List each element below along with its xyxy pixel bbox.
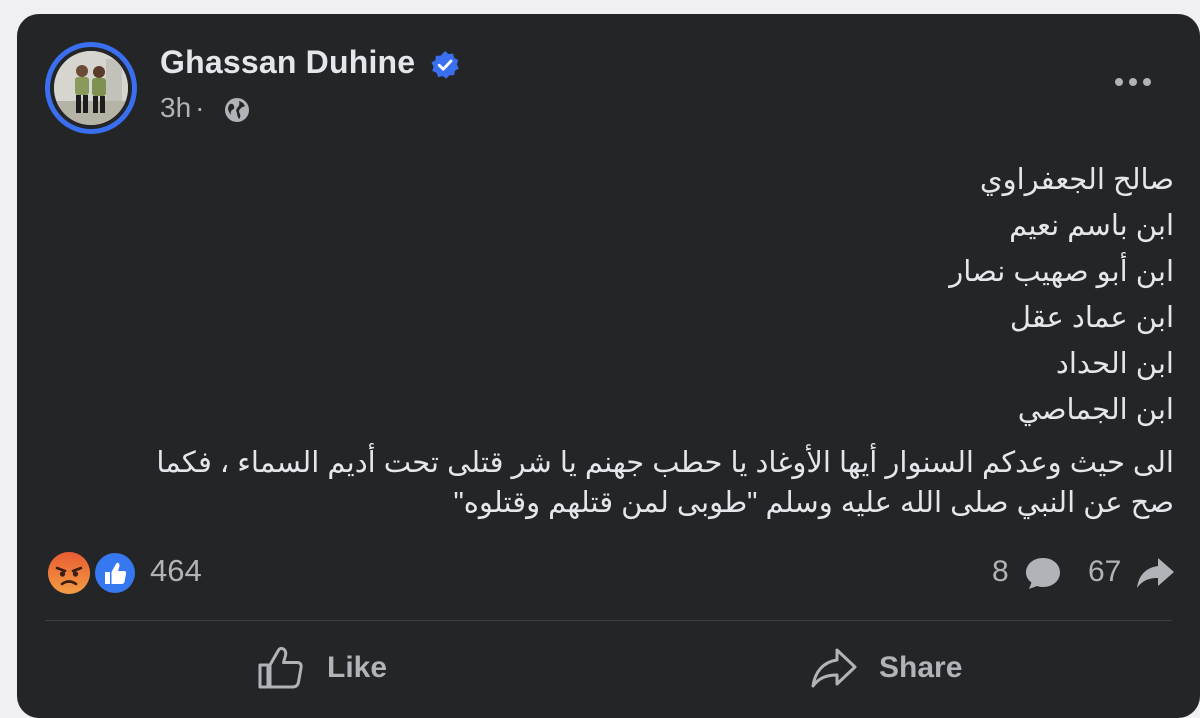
post-line: ابن الحداد	[1055, 348, 1174, 380]
like-label: Like	[327, 651, 388, 684]
post-line: صالح الجعفراوي	[979, 164, 1174, 196]
angry-reaction-icon	[48, 552, 90, 594]
meta-separator: ·	[195, 92, 205, 123]
share-button[interactable]: Share	[811, 632, 1041, 704]
actions-divider	[45, 620, 1172, 621]
thumbs-up-icon	[258, 646, 303, 689]
post-card: Ghassan Duhine 3h · صالح الجعفراوي ابن با…	[17, 14, 1200, 718]
more-options-icon[interactable]	[1111, 70, 1155, 94]
avatar[interactable]	[45, 42, 137, 134]
post-time[interactable]: 3h	[160, 92, 191, 123]
author-name[interactable]: Ghassan Duhine	[160, 44, 415, 81]
like-button[interactable]: Like	[257, 632, 457, 704]
verified-badge-icon	[431, 51, 459, 79]
share-count[interactable]: 67	[1088, 555, 1121, 589]
share-icon	[811, 648, 857, 688]
like-reaction-icon	[93, 551, 137, 595]
post-paragraph-line: الى حيث وعدكم السنوار أيها الأوغاد يا حط…	[156, 447, 1174, 479]
post-paragraph: الى حيث وعدكم السنوار أيها الأوغاد يا حط…	[57, 443, 1174, 523]
post-meta: 3h ·	[160, 92, 210, 124]
share-label: Share	[879, 651, 963, 684]
share-arrow-icon[interactable]	[1135, 556, 1175, 590]
reaction-count[interactable]: 464	[150, 553, 202, 589]
post-paragraph-line: صح عن النبي صلى الله عليه وسلم "طوبى لمن…	[453, 487, 1174, 519]
comment-count[interactable]: 8	[992, 555, 1009, 589]
reaction-icons[interactable]	[47, 551, 141, 595]
post-line: ابن الجماصي	[1017, 394, 1174, 426]
avatar-people-image	[54, 51, 128, 125]
globe-icon[interactable]	[223, 96, 251, 124]
post-line: ابن أبو صهيب نصار	[949, 256, 1174, 288]
post-line: ابن عماد عقل	[1009, 302, 1174, 334]
post-line: ابن باسم نعيم	[1009, 210, 1174, 242]
post-text: صالح الجعفراوي ابن باسم نعيم ابن أبو صهي…	[57, 157, 1174, 523]
comment-bubble-icon[interactable]	[1024, 555, 1062, 591]
avatar-photo	[54, 51, 128, 125]
